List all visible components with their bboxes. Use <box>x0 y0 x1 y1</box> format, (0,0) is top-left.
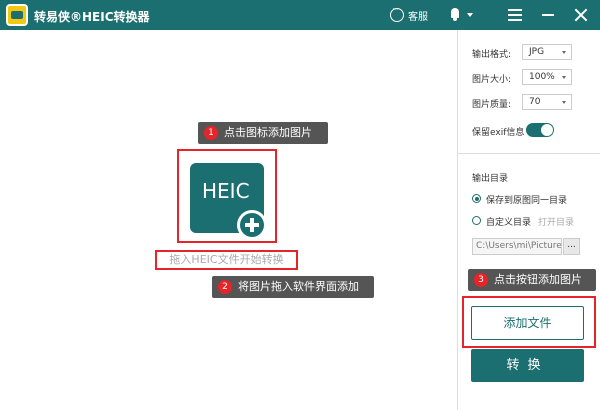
app-title: 转易侠®HEIC转换器 <box>34 8 150 25</box>
title-bar: 转易侠®HEIC转换器 客服 <box>0 0 600 30</box>
chat-icon <box>390 8 404 22</box>
tip-number: 2 <box>218 280 232 294</box>
heic-icon-label: HEIC <box>202 179 250 203</box>
section-divider <box>458 153 600 154</box>
app-logo-icon <box>6 4 28 26</box>
radio-same-dir[interactable] <box>472 194 481 203</box>
open-dir-link[interactable]: 打开目录 <box>538 215 574 228</box>
customer-service-label: 客服 <box>408 8 428 23</box>
plus-icon[interactable] <box>240 213 264 237</box>
menu-icon[interactable] <box>508 9 522 21</box>
format-select[interactable]: JPG <box>522 44 572 60</box>
bell-icon[interactable] <box>448 7 464 23</box>
panel-divider <box>457 30 458 410</box>
toggle-knob <box>541 124 553 136</box>
chevron-down-icon[interactable] <box>467 13 473 17</box>
drop-hint: 拖入HEIC文件开始转换 <box>155 250 298 270</box>
size-label: 图片大小: <box>472 72 511 85</box>
quality-select[interactable]: 70 <box>522 94 572 110</box>
exif-toggle[interactable] <box>526 123 554 137</box>
output-dir-title: 输出目录 <box>472 171 508 184</box>
size-select[interactable]: 100% <box>522 69 572 85</box>
tip-number: 3 <box>474 273 488 287</box>
tip-text: 将图片拖入软件界面添加 <box>238 280 359 293</box>
tip-number: 1 <box>204 126 218 140</box>
radio-custom-dir-label[interactable]: 自定义目录 <box>486 215 531 228</box>
tip-click-icon: 1 点击图标添加图片 <box>198 122 328 144</box>
tip-text: 点击按钮添加图片 <box>494 273 582 286</box>
radio-same-dir-label[interactable]: 保存到原图同一目录 <box>486 193 567 206</box>
customer-service-button[interactable]: 客服 <box>390 7 428 23</box>
tip-text: 点击图标添加图片 <box>224 126 312 139</box>
close-icon[interactable] <box>574 8 588 22</box>
add-file-button[interactable]: 添加文件 <box>471 306 584 340</box>
quality-label: 图片质量: <box>472 97 511 110</box>
exif-label: 保留exif信息 <box>472 125 524 138</box>
tip-click-button: 3 点击按钮添加图片 <box>468 269 596 291</box>
radio-custom-dir[interactable] <box>472 216 481 225</box>
minimize-icon[interactable] <box>542 14 554 16</box>
format-label: 输出格式: <box>472 47 511 60</box>
tip-drag-files: 2 将图片拖入软件界面添加 <box>212 276 374 298</box>
convert-button[interactable]: 转换 <box>471 349 584 382</box>
browse-button[interactable]: ... <box>563 238 580 255</box>
output-path-input[interactable]: C:\Users\mi\Pictures <box>472 238 562 255</box>
